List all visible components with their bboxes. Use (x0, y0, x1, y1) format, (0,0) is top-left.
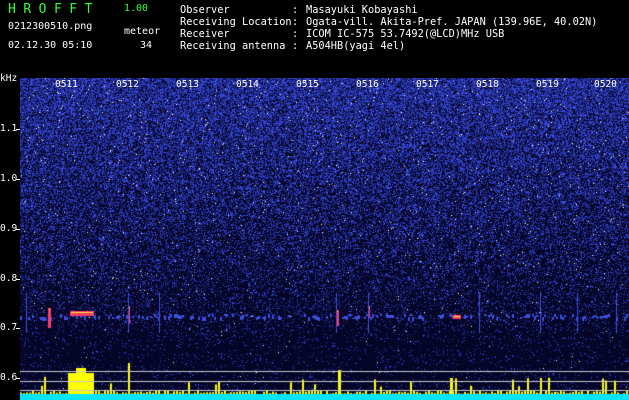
time-tick-label: 0511 (55, 79, 78, 90)
antenna-value: A504HB(yagi 4el) (306, 40, 406, 52)
time-tick-label: 0518 (476, 79, 499, 90)
location-value: Ogata-vill. Akita-Pref. JAPAN (139.96E, … (306, 16, 598, 28)
observer-label: Observer (180, 4, 230, 16)
antenna-label: Receiving antenna (180, 40, 286, 52)
time-tick-label: 0516 (356, 79, 379, 90)
time-tick-label: 0520 (594, 79, 617, 90)
y-tick-label: 1.0 (0, 173, 18, 184)
app-version: 1.00 (124, 3, 149, 14)
spectrogram-canvas (20, 78, 629, 400)
file-name: 0212300510.png (8, 21, 93, 32)
y-tick-label: 0.7 (0, 322, 18, 333)
y-tick-label: 0.8 (0, 273, 18, 284)
separator: : (292, 16, 299, 28)
header-panel: HROFFT 1.00 0212300510.png meteor 02.12.… (0, 0, 629, 78)
meteor-count-label: meteor (124, 26, 161, 37)
meteor-count-value: 34 (140, 40, 153, 51)
time-tick-label: 0514 (236, 79, 259, 90)
separator: : (292, 40, 299, 52)
time-tick-label: 0515 (296, 79, 319, 90)
app-title: HROFFT (8, 2, 100, 17)
time-tick-label: 0519 (536, 79, 559, 90)
location-label: Receiving Location (180, 16, 292, 28)
y-tick-label: 0.9 (0, 223, 18, 234)
spectrogram-plot (20, 78, 629, 400)
observer-value: Masayuki Kobayashi (306, 4, 418, 16)
y-axis-unit: kHz (0, 73, 18, 84)
y-tick-label: 1.1 (0, 123, 18, 134)
receiver-value: ICOM IC-575 53.7492(@LCD)MHz USB (306, 28, 505, 40)
time-tick-label: 0513 (176, 79, 199, 90)
separator: : (292, 28, 299, 40)
time-tick-label: 0517 (416, 79, 439, 90)
separator: : (292, 4, 299, 16)
time-tick-label: 0512 (116, 79, 139, 90)
y-tick-label: 0.6 (0, 372, 18, 383)
receiver-label: Receiver (180, 28, 230, 40)
capture-datetime: 02.12.30 05:10 (8, 40, 93, 51)
